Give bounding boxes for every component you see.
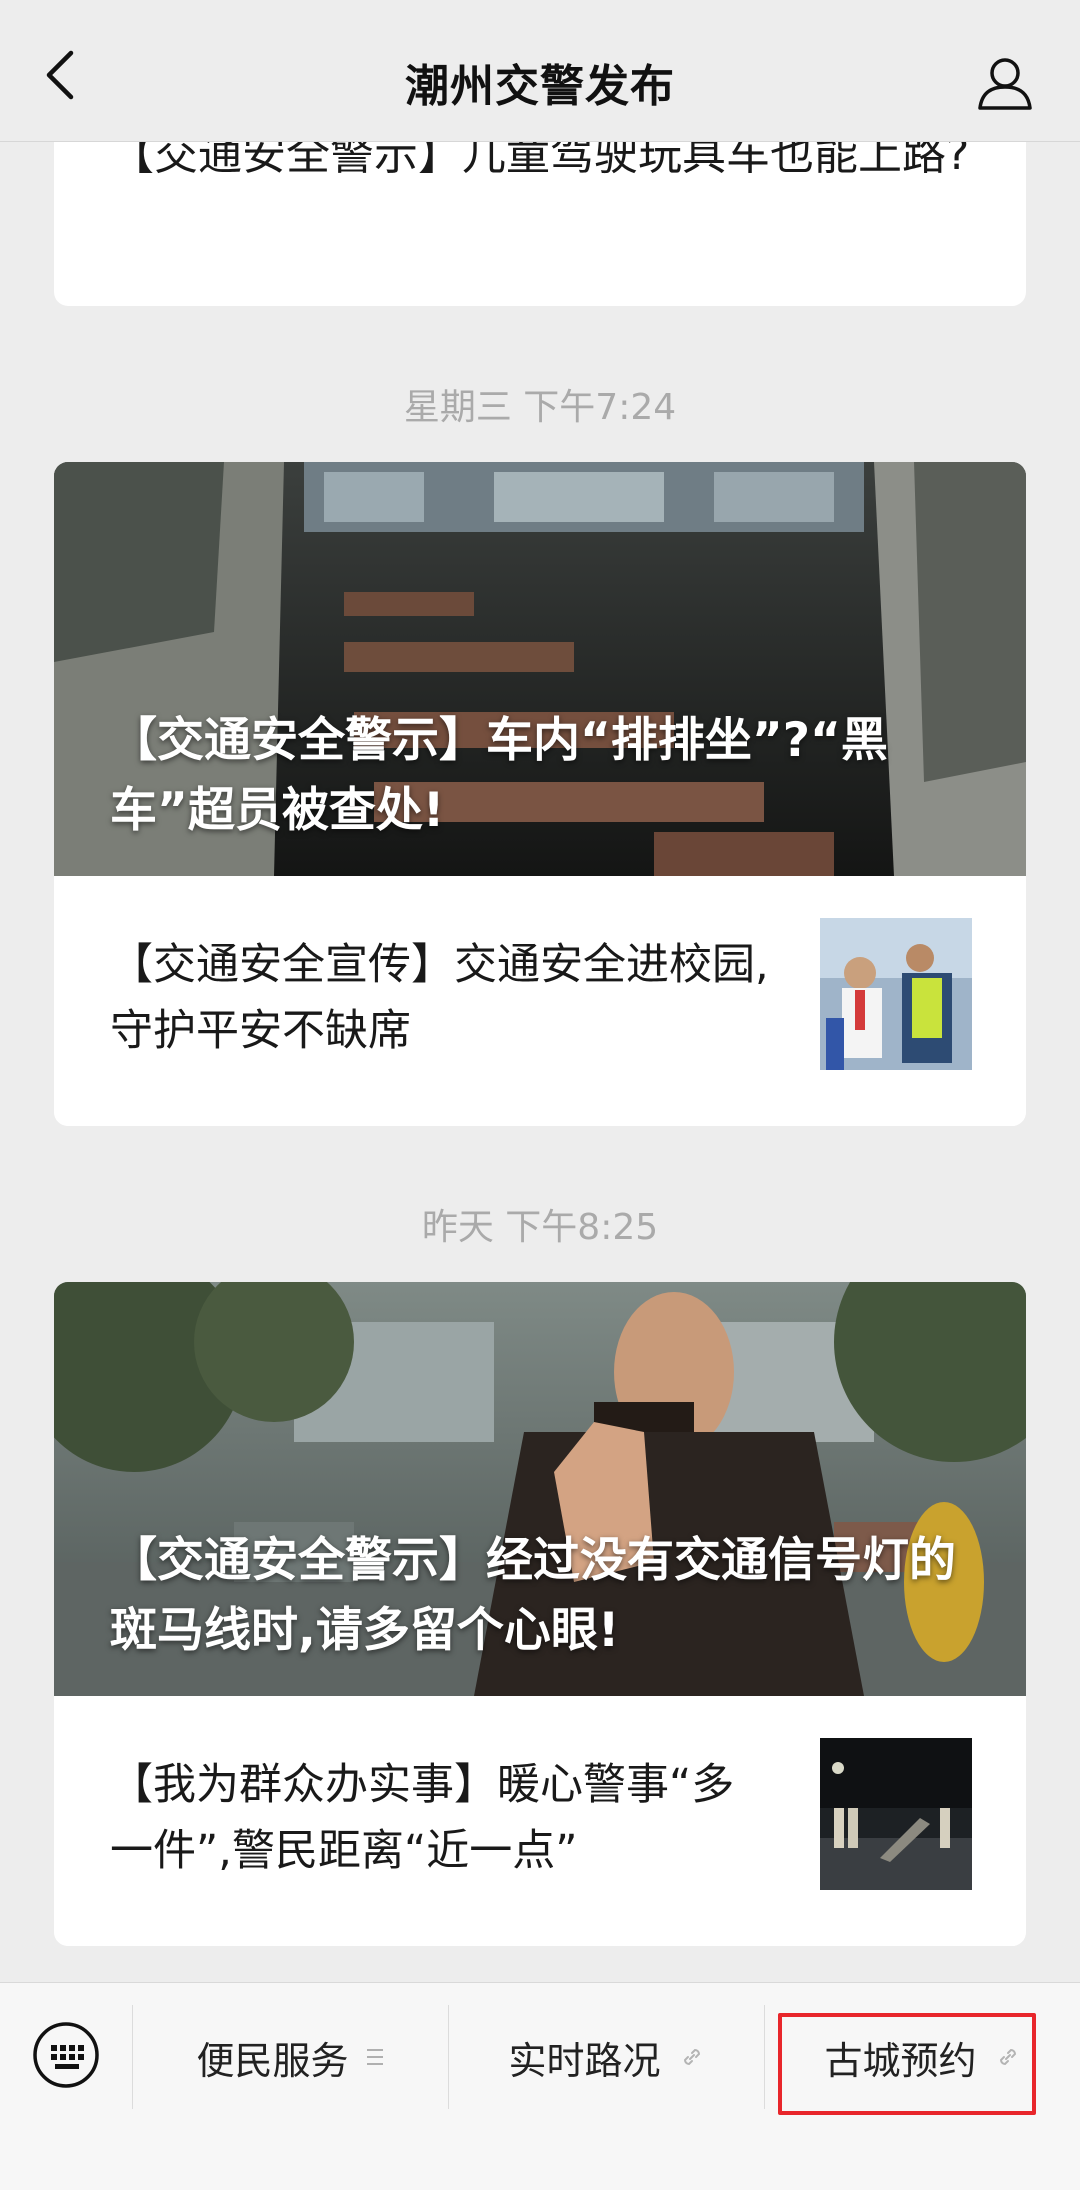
article-group-card: 【交通安全警示】车内“排排坐”?“黑车”超员被查处! 【交通安全宣传】交通安全进… [54, 462, 1026, 1126]
keyboard-toggle-button[interactable] [30, 2019, 102, 2091]
article-feed[interactable]: 【交通安全警示】儿童驾驶玩具车也能上路? 星期三 下午7:24 【交通安全警示】… [0, 142, 1080, 1982]
keyboard-icon [33, 2022, 99, 2088]
bottom-menu-bar: 便民服务 实时路况 古城预约 [0, 1982, 1080, 2190]
sub-article-thumbnail [820, 918, 972, 1070]
article-card-partial[interactable]: 【交通安全警示】儿童驾驶玩具车也能上路? [54, 142, 1026, 306]
article-title: 【交通安全警示】儿童驾驶玩具车也能上路? [110, 142, 970, 180]
sub-article-title: 【我为群众办实事】暖心警事“多一件”,警民距离“近一点” [110, 1760, 735, 1876]
menu-lines-icon [366, 2047, 385, 2067]
menu-item-realtime-traffic[interactable]: 实时路况 [449, 2005, 764, 2109]
profile-button[interactable] [976, 54, 1034, 112]
hero-article-title: 【交通安全警示】经过没有交通信号灯的斑马线时,请多留个心眼! [110, 1533, 956, 1658]
hero-article[interactable]: 【交通安全警示】经过没有交通信号灯的斑马线时,请多留个心眼! [54, 1282, 1026, 1696]
hero-article[interactable]: 【交通安全警示】车内“排排坐”?“黑车”超员被查处! [54, 462, 1026, 876]
hero-article-title: 【交通安全警示】车内“排排坐”?“黑车”超员被查处! [110, 713, 888, 838]
sub-article-title: 【交通安全宣传】交通安全进校园,守护平安不缺席 [110, 940, 769, 1056]
sub-article-item[interactable]: 【我为群众办实事】暖心警事“多一件”,警民距离“近一点” [54, 1696, 1026, 1946]
page-title: 潮州交警发布 [405, 61, 675, 112]
sub-article-item[interactable]: 【交通安全宣传】交通安全进校园,守护平安不缺席 [54, 876, 1026, 1126]
highlight-box [778, 2013, 1036, 2115]
menu-item-convenience-service[interactable]: 便民服务 [133, 2005, 448, 2109]
user-icon [978, 58, 1032, 110]
top-nav-bar: 潮州交警发布 [0, 0, 1080, 142]
sub-article-thumbnail [820, 1738, 972, 1890]
timestamp: 昨天 下午8:25 [421, 1207, 659, 1248]
menu-item-label: 便民服务 [196, 2038, 349, 2083]
link-icon [679, 2044, 705, 2070]
article-group-card: 【交通安全警示】经过没有交通信号灯的斑马线时,请多留个心眼! 【我为群众办实事】… [54, 1282, 1026, 1946]
menu-item-label: 实时路况 [508, 2038, 661, 2083]
timestamp: 星期三 下午7:24 [403, 387, 677, 428]
